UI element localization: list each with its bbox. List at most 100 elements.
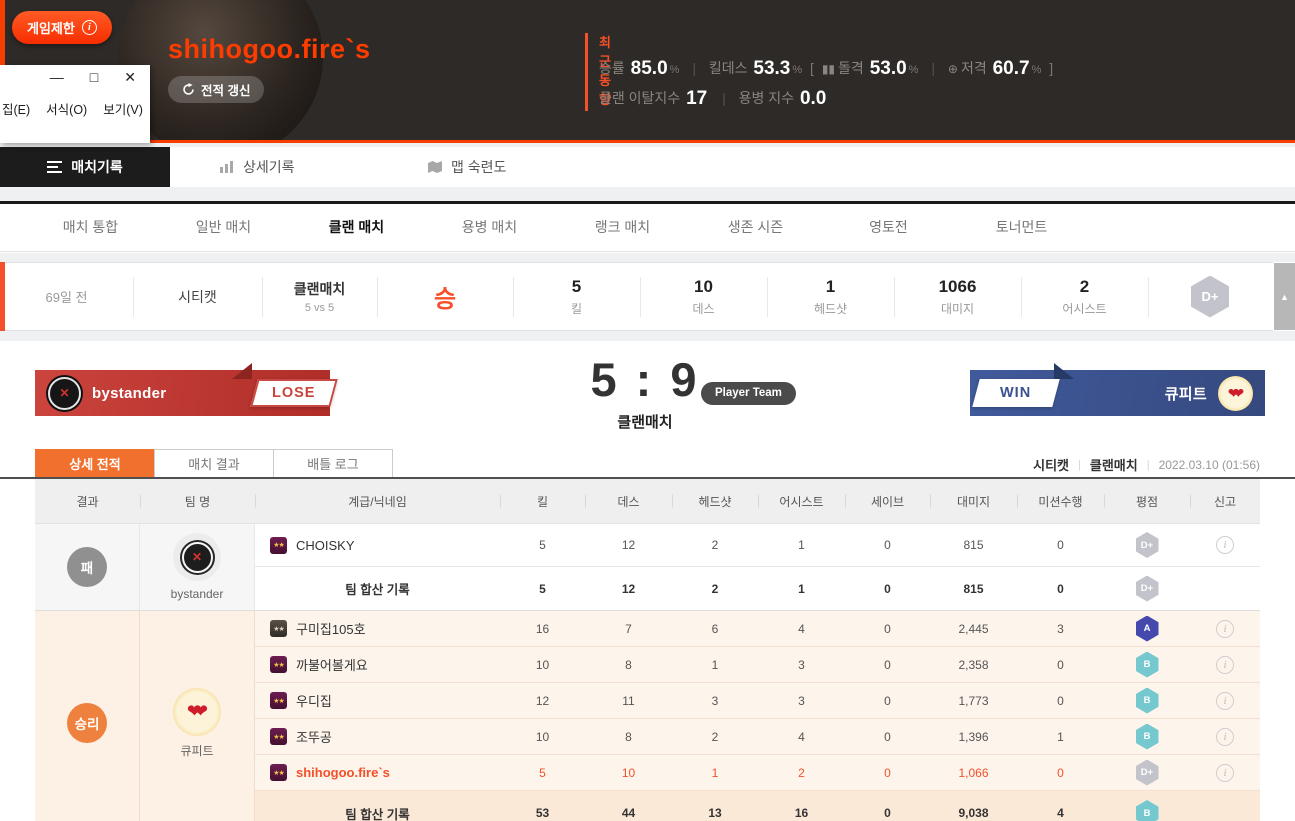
- subtab-survival-season[interactable]: 생존 시즌: [689, 204, 822, 251]
- grade-cell: D+: [1104, 576, 1190, 602]
- player-name[interactable]: 우디집: [296, 691, 332, 710]
- meta-date: 2022.03.10 (01:56): [1159, 458, 1260, 472]
- damage-value: 1,773: [930, 694, 1017, 708]
- minimize-button[interactable]: —: [50, 69, 64, 86]
- damage-value: 1,396: [930, 730, 1017, 744]
- scroll-top-button[interactable]: ▲: [1274, 263, 1295, 330]
- match-mode: 클랜매치 5 vs 5: [262, 263, 377, 330]
- refresh-icon: [182, 83, 195, 96]
- col-nickname: 계급/닉네임: [255, 493, 500, 510]
- kill-value: 10: [500, 658, 585, 672]
- maximize-button[interactable]: □: [90, 69, 98, 86]
- clan-leave-label: 클랜 이탈지수: [599, 90, 680, 106]
- grade-badge: B: [1136, 652, 1159, 678]
- save-value: 0: [845, 622, 930, 636]
- tab-battle-log[interactable]: 배틀 로그: [273, 449, 393, 478]
- match-summary-row[interactable]: 69일 전 시티캣 클랜매치 5 vs 5 승 5 킬 10 데스 1 헤드샷 …: [0, 262, 1273, 331]
- match-detail-table: 결과 팀 명 계급/닉네임 킬 데스 헤드샷 어시스트 세이브 대미지 미션수행…: [35, 479, 1260, 821]
- sniper-icon: ⊕: [948, 62, 958, 76]
- headshot-value: 1: [672, 766, 758, 780]
- player-name-cell: ★★ 구미집105호: [255, 619, 500, 638]
- tab-match-record-label: 매치기록: [71, 157, 123, 177]
- report-icon[interactable]: i: [1216, 764, 1234, 782]
- report-icon[interactable]: i: [1216, 620, 1234, 638]
- subtab-match-total[interactable]: 매치 통합: [24, 204, 157, 251]
- win-rate-value: 85.0: [631, 58, 668, 79]
- cupid-logo-icon: ❤❤: [1218, 376, 1253, 411]
- tab-detail-stats[interactable]: 상세 전적: [35, 449, 155, 478]
- player-name[interactable]: CHOISKY: [296, 538, 355, 553]
- subtab-tournament[interactable]: 토너먼트: [955, 204, 1088, 251]
- info-icon: i: [82, 20, 97, 35]
- player-name[interactable]: 까불어볼게요: [296, 655, 368, 674]
- sniper-label: 저격: [961, 60, 987, 76]
- match-meta: 시티캣 | 클랜매치 | 2022.03.10 (01:56): [1033, 455, 1260, 474]
- losing-team-banner: ✕ bystander LOSE: [35, 370, 330, 416]
- mission-value: 3: [1017, 622, 1104, 636]
- window-controls: — □ ✕: [0, 69, 150, 86]
- assist-value: 2: [758, 766, 845, 780]
- detail-tab-bar: 상세 전적 매치 결과 배틀 로그: [35, 449, 393, 478]
- grade-badge: D+: [1136, 576, 1159, 602]
- table-row: ★★ 구미집105호 16 7 6 4 0 2,445 3 A i: [255, 611, 1260, 647]
- trend-line-2: 클랜 이탈지수 17 | 용병 지수 0.0: [599, 88, 1249, 110]
- assist-value: 3: [758, 658, 845, 672]
- table-header-row: 결과 팀 명 계급/닉네임 킬 데스 헤드샷 어시스트 세이브 대미지 미션수행…: [35, 479, 1260, 524]
- menu-edit[interactable]: 집(E): [2, 99, 30, 118]
- player-name[interactable]: shihogoo.fire`s: [296, 765, 390, 780]
- subtab-clan-match[interactable]: 클랜 매치: [290, 204, 423, 251]
- tab-detail-record[interactable]: 상세기록: [220, 147, 295, 187]
- grade-badge: D+: [1136, 532, 1159, 558]
- tab-detail-record-label: 상세기록: [243, 157, 295, 177]
- tab-match-result[interactable]: 매치 결과: [154, 449, 274, 478]
- score-left: 5: [590, 353, 619, 406]
- subtab-territory[interactable]: 영토전: [822, 204, 955, 251]
- headshot-value: 13: [672, 806, 758, 820]
- damage-value: 2,445: [930, 622, 1017, 636]
- subtab-mercenary-match[interactable]: 용병 매치: [423, 204, 556, 251]
- grade-cell: B: [1104, 724, 1190, 750]
- grade-cell: B: [1104, 800, 1190, 821]
- player-name-cell: ★★ 우디집: [255, 691, 500, 710]
- headshot-value: 3: [672, 694, 758, 708]
- rank-icon: ★★: [270, 656, 287, 673]
- team-sum-row: 팀 합산 기록 5 12 2 1 0 815 0 D+: [255, 567, 1260, 610]
- report-icon[interactable]: i: [1216, 536, 1234, 554]
- mission-value: 0: [1017, 582, 1104, 596]
- meta-mode: 클랜매치: [1090, 455, 1138, 474]
- player-name[interactable]: 조뚜공: [296, 727, 332, 746]
- mission-value: 0: [1017, 538, 1104, 552]
- game-restriction-label: 게임제한: [27, 18, 75, 37]
- subtab-rank-match[interactable]: 랭크 매치: [556, 204, 689, 251]
- ribbon-fold: [232, 363, 252, 379]
- refresh-record-button[interactable]: 전적 갱신: [168, 76, 264, 103]
- col-headshot: 헤드샷: [672, 493, 758, 510]
- game-restriction-badge[interactable]: 게임제한 i: [12, 11, 112, 44]
- mission-value: 1: [1017, 730, 1104, 744]
- menu-format[interactable]: 서식(O): [46, 99, 87, 118]
- report-icon[interactable]: i: [1216, 692, 1234, 710]
- kd-value: 53.3: [753, 58, 790, 79]
- spacer: [0, 253, 1295, 262]
- page: shihogoo.fire`s 전적 갱신 최근 동향 승률 85.0% | 킬…: [0, 0, 1295, 821]
- player-name-cell: ★★ 조뚜공: [255, 727, 500, 746]
- player-name[interactable]: 구미집105호: [296, 619, 366, 638]
- bystander-logo-icon: ✕: [48, 377, 81, 410]
- headshot-value: 2: [672, 730, 758, 744]
- clan-leave-value: 17: [686, 88, 707, 109]
- assault-icon: ▮▮: [822, 62, 835, 76]
- col-damage: 대미지: [930, 493, 1017, 510]
- page-title: shihogoo.fire`s: [168, 34, 371, 65]
- report-icon[interactable]: i: [1216, 656, 1234, 674]
- close-button[interactable]: ✕: [124, 69, 136, 86]
- tab-map-proficiency[interactable]: 맵 숙련도: [428, 147, 506, 187]
- menu-view[interactable]: 보기(V): [103, 99, 143, 118]
- match-type-tab-bar: 매치 통합 일반 매치 클랜 매치 용병 매치 랭크 매치 생존 시즌 영토전 …: [0, 201, 1295, 252]
- chart-icon: [220, 161, 234, 173]
- tab-match-record[interactable]: 매치기록: [0, 147, 170, 187]
- kill-value: 5: [500, 766, 585, 780]
- report-icon[interactable]: i: [1216, 728, 1234, 746]
- win-rate-label: 승률: [599, 60, 625, 76]
- subtab-normal-match[interactable]: 일반 매치: [157, 204, 290, 251]
- col-mission: 미션수행: [1017, 493, 1104, 510]
